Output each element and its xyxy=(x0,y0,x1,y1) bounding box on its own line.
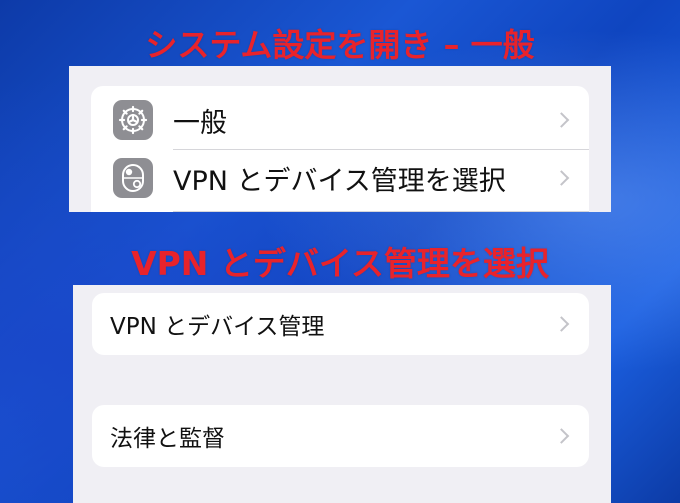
row-divider xyxy=(173,149,589,150)
row-divider xyxy=(173,211,589,212)
list-item-legal-regulatory[interactable]: 法律と監督 xyxy=(92,405,589,467)
legal-regulatory-label: 法律と監督 xyxy=(110,426,225,452)
general-label: 一般 xyxy=(173,107,227,139)
settings-panel: 一般 VPN とデバイス管理を選択 xyxy=(69,66,611,212)
settings-item-general[interactable]: 一般 xyxy=(91,94,589,146)
settings-item-vpn[interactable]: VPN とデバイス管理を選択 xyxy=(91,152,589,204)
toggle-icon xyxy=(113,158,153,198)
legal-group: 法律と監督 xyxy=(92,405,589,467)
chevron-right-icon xyxy=(553,428,570,444)
chevron-right-icon xyxy=(553,316,570,332)
vpn-label: VPN とデバイス管理を選択 xyxy=(173,165,506,197)
vpn-group: VPN とデバイス管理 xyxy=(92,293,589,355)
gear-icon xyxy=(113,100,153,140)
settings-group: 一般 VPN とデバイス管理を選択 xyxy=(91,86,589,212)
vpn-detail-panel: VPN とデバイス管理 法律と監督 xyxy=(73,285,611,503)
step1-caption: システム設定を開き – 一般 xyxy=(145,26,535,64)
vpn-device-management-label: VPN とデバイス管理 xyxy=(110,314,325,340)
chevron-right-icon xyxy=(553,170,570,186)
chevron-right-icon xyxy=(553,112,570,128)
step2-caption: VPN とデバイス管理を選択 xyxy=(131,244,549,283)
list-item-vpn-device-management[interactable]: VPN とデバイス管理 xyxy=(92,293,589,355)
